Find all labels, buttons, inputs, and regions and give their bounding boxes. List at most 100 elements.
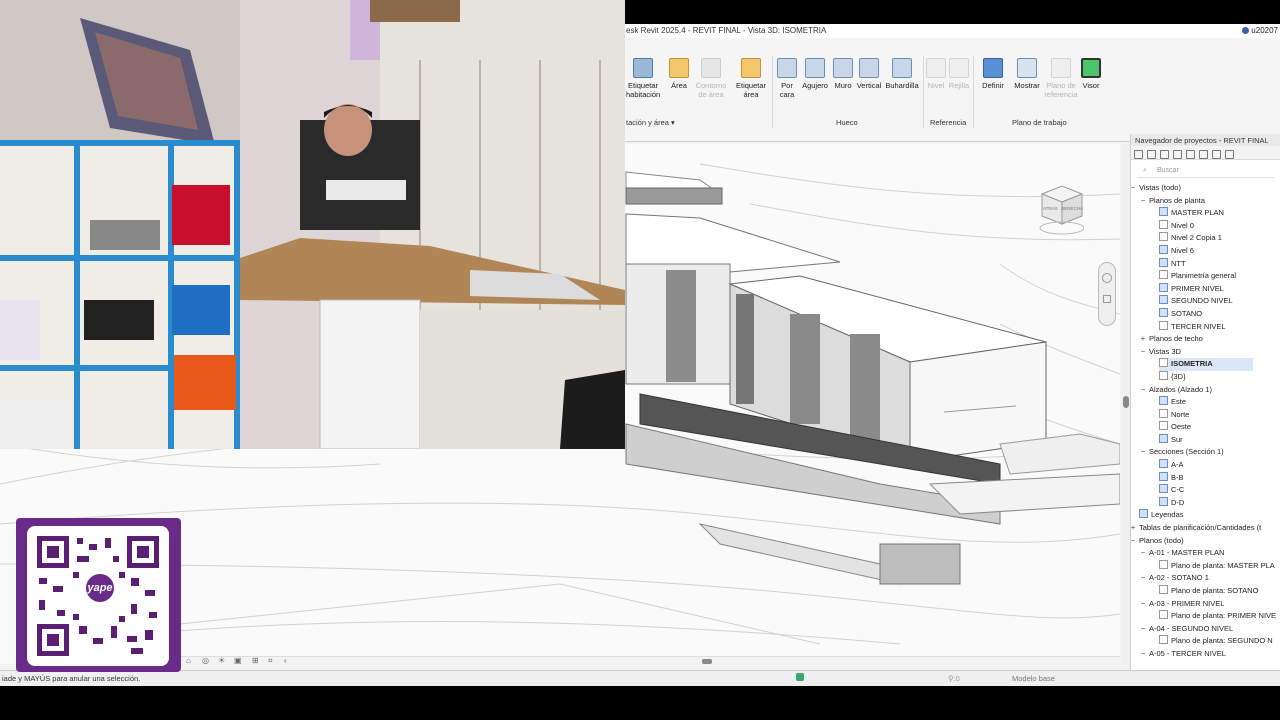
reference-plane-button[interactable]: Plano de referencia — [1044, 58, 1078, 99]
vertical-scroll-thumb[interactable] — [1123, 396, 1129, 408]
selection-filter[interactable]: ⚲:0 — [948, 674, 960, 683]
browser-tree-item[interactable]: − Vistas 3D — [1131, 346, 1280, 359]
horizontal-scroll-thumb[interactable] — [702, 659, 712, 664]
collapse-icon[interactable]: − — [1139, 598, 1147, 611]
browser-tree-item[interactable]: MASTER PLAN — [1131, 207, 1280, 220]
browser-tree-item[interactable]: Sur — [1131, 433, 1280, 447]
scroll-left-icon[interactable]: ‹ — [284, 656, 287, 665]
browser-tree-item[interactable]: Leyendas — [1131, 509, 1280, 522]
detail-level-icon[interactable]: ⌂ — [186, 656, 191, 665]
browser-tree-item[interactable]: Plano de planta: SEGUNDO N — [1131, 635, 1280, 648]
shaft-button[interactable]: Agujero — [800, 58, 830, 90]
browser-tree-item[interactable]: {3D} — [1131, 370, 1280, 384]
design-option[interactable]: Modelo base — [1012, 674, 1055, 683]
collapse-icon[interactable]: − — [1139, 648, 1147, 661]
browser-tree-item[interactable]: − Secciones (Sección 1) — [1131, 446, 1280, 459]
browser-tree-item[interactable]: PRIMER NIVEL — [1131, 282, 1280, 296]
browser-tool-icon[interactable] — [1173, 150, 1182, 159]
browser-tree-item[interactable]: Nivel 2 Copia 1 — [1131, 232, 1280, 245]
steering-wheel-icon[interactable] — [1102, 273, 1112, 283]
browser-tree-item[interactable]: + Planos de techo — [1131, 333, 1280, 346]
browser-tree-item[interactable]: Planimetría general — [1131, 270, 1280, 283]
search-icon: ⌕ — [1143, 167, 1147, 174]
browser-tree-item[interactable]: Nivel 0 — [1131, 219, 1280, 233]
ribbon-panel-room-area[interactable]: tación y área ▾ — [626, 118, 675, 127]
browser-tree-item[interactable]: Nivel 6 — [1131, 244, 1280, 258]
browser-tree-item[interactable]: Plano de planta: SOTANO — [1131, 585, 1280, 598]
browser-tool-icon[interactable] — [1199, 150, 1208, 159]
browser-tool-icon[interactable] — [1212, 150, 1221, 159]
view-control-bar[interactable]: ⌂ ◎ ☀ ▣ ⊞ ⌗ ‹ — [180, 656, 300, 666]
render-icon[interactable]: ⊞ — [252, 656, 259, 665]
show-workplane-button[interactable]: Mostrar — [1012, 58, 1042, 90]
browser-tree-item[interactable]: C-C — [1131, 484, 1280, 497]
collapse-icon[interactable]: − — [1139, 346, 1147, 359]
tag-area-button[interactable]: Etiquetar área — [734, 58, 768, 99]
zoom-icon[interactable] — [1103, 295, 1111, 303]
browser-tree-item[interactable]: TERCER NIVEL — [1131, 320, 1280, 334]
browser-item-row: Leyendas — [1139, 509, 1184, 522]
tag-room-button[interactable]: Etiquetar habitación — [626, 58, 660, 99]
area-boundary-button[interactable]: Contorno de área — [694, 58, 728, 99]
expand-icon[interactable]: + — [1131, 522, 1137, 535]
crop-icon[interactable]: ⌗ — [268, 656, 273, 666]
browser-tree-item[interactable]: Este — [1131, 396, 1280, 409]
vertical-scrollbar[interactable] — [1122, 144, 1130, 664]
area-button[interactable]: Área — [668, 58, 690, 90]
browser-tree-item[interactable]: NTT — [1131, 257, 1280, 271]
browser-tree-item[interactable]: − Alzados (Alzado 1) — [1131, 384, 1280, 397]
collapse-icon[interactable]: − — [1139, 384, 1147, 397]
browser-tree-item[interactable]: D-D — [1131, 496, 1280, 510]
empty-view-icon — [1159, 585, 1168, 594]
browser-tree-item[interactable]: − A-03 - PRIMER NIVEL — [1131, 598, 1280, 611]
worksharing-icon[interactable] — [796, 673, 804, 681]
browser-tree-item[interactable]: + Tablas de planificación/Cantidades (t — [1131, 522, 1280, 535]
browser-tool-icon[interactable] — [1147, 150, 1156, 159]
collapse-icon[interactable]: − — [1139, 572, 1147, 585]
browser-tree-item[interactable]: − Planos (todo) — [1131, 535, 1280, 548]
visual-style-icon[interactable]: ◎ — [202, 656, 209, 665]
by-face-button[interactable]: Por cara — [776, 58, 798, 99]
collapse-icon[interactable]: − — [1139, 446, 1147, 459]
collapse-icon[interactable]: − — [1139, 623, 1147, 636]
vertical-opening-icon — [859, 58, 879, 78]
navigation-bar[interactable] — [1098, 262, 1116, 326]
home-icon[interactable] — [1134, 150, 1143, 159]
sun-path-icon[interactable]: ☀ — [218, 656, 225, 665]
browser-tool-icon[interactable] — [1186, 150, 1195, 159]
wall-opening-button[interactable]: Muro — [832, 58, 854, 90]
browser-tree-item[interactable]: SOTANO — [1131, 307, 1280, 321]
collapse-icon[interactable]: − — [1131, 182, 1137, 195]
browser-tree-item[interactable]: SEGUNDO NIVEL — [1131, 295, 1280, 308]
browser-tree-item[interactable]: − A-05 - TERCER NIVEL — [1131, 648, 1280, 661]
browser-tree-item[interactable]: − A-02 - SOTANO 1 — [1131, 572, 1280, 585]
shadows-icon[interactable]: ▣ — [234, 656, 242, 665]
project-tree: − Vistas (todo) − Planos de planta MASTER PL… — [1131, 182, 1280, 661]
collapse-icon[interactable]: − — [1139, 547, 1147, 560]
horizontal-scrollbar[interactable] — [180, 656, 1120, 666]
browser-tree-item[interactable]: Plano de planta: MASTER PLA — [1131, 559, 1280, 573]
browser-tree-item[interactable]: − Planos de planta — [1131, 195, 1280, 208]
collapse-icon[interactable]: − — [1139, 195, 1147, 208]
browser-tool-icon[interactable] — [1160, 150, 1169, 159]
browser-tree-item[interactable]: B-B — [1131, 471, 1280, 485]
browser-tree-item[interactable]: − A-01 - MASTER PLAN — [1131, 547, 1280, 560]
browser-tree-item[interactable]: Norte — [1131, 408, 1280, 422]
dormer-button[interactable]: Buhardilla — [884, 58, 920, 90]
grid-button[interactable]: Rejilla — [948, 58, 970, 90]
level-button[interactable]: Nivel — [926, 58, 946, 90]
viewer-button[interactable]: Visor — [1080, 58, 1102, 90]
browser-tree-item[interactable]: A-A — [1131, 459, 1280, 472]
browser-tree-item[interactable]: ISOMETRIA — [1131, 358, 1280, 371]
browser-tree-item[interactable]: − A-04 - SEGUNDO NIVEL — [1131, 623, 1280, 636]
vertical-opening-button[interactable]: Vertical — [856, 58, 882, 90]
browser-search-input[interactable]: ⌕ Buscar — [1137, 164, 1274, 178]
browser-tree-item[interactable]: − Vistas (todo) — [1131, 182, 1280, 195]
browser-tree-item[interactable]: Oeste — [1131, 421, 1280, 434]
collapse-icon[interactable]: − — [1131, 535, 1137, 548]
set-workplane-button[interactable]: Definir — [978, 58, 1008, 90]
browser-tool-icon[interactable] — [1225, 150, 1234, 159]
user-account[interactable]: u20207 — [1242, 26, 1278, 35]
expand-icon[interactable]: + — [1139, 333, 1147, 346]
browser-tree-item[interactable]: Plano de planta: PRIMER NIVE — [1131, 610, 1280, 623]
